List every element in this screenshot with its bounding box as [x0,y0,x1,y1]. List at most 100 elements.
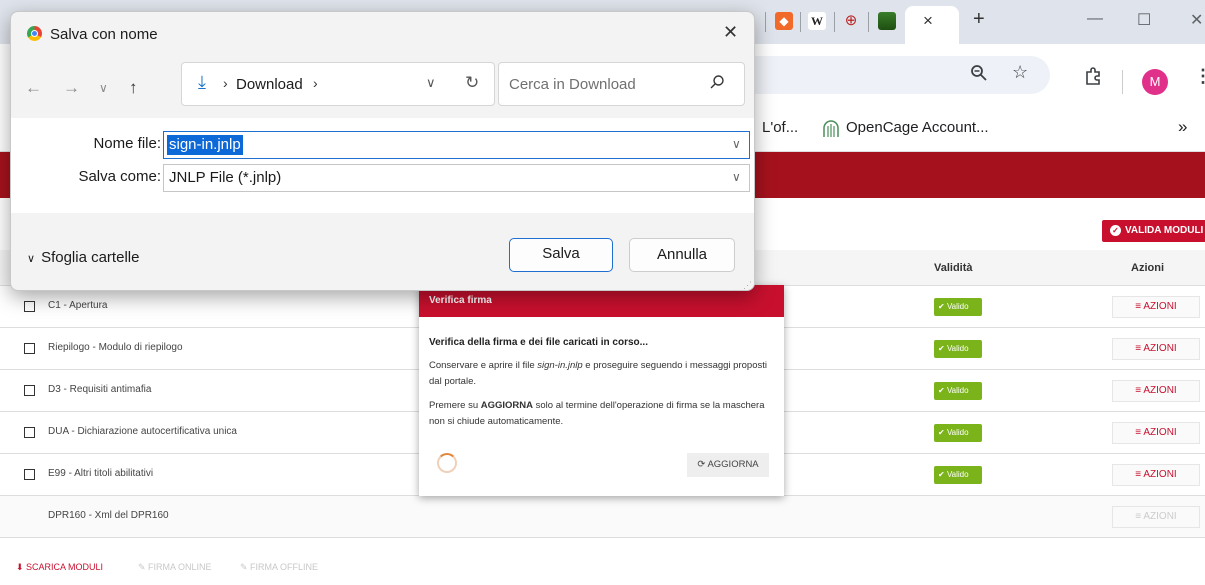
browse-folders-toggle[interactable]: ∨ Sfoglia cartelle [27,249,139,266]
status-badge: ✔ Valido [934,340,982,358]
bookmark-item[interactable]: L'of... [762,119,798,136]
status-text: Valido [946,344,969,353]
close-window-icon[interactable]: ✕ [1190,10,1203,30]
scarica-moduli-label: SCARICA MODULI [26,562,104,572]
save-as-dialog: Salva con nome ✕ ← → ∨ ↑ ⤓ › Download › … [10,11,755,291]
azioni-button[interactable]: ≡ AZIONI [1112,464,1200,486]
filename-value: sign-in.jnlp [167,135,243,155]
aggiorna-label: AGGIORNA [707,459,759,470]
loading-spinner-icon [437,453,457,473]
row-checkbox[interactable] [24,301,35,312]
file-form: Nome file: sign-in.jnlp ∨ Salva come: JN… [11,118,754,213]
dialog-titlebar[interactable]: Salva con nome ✕ [11,12,754,56]
refresh-icon[interactable]: ↻ [465,73,479,93]
extensions-icon[interactable] [1083,66,1103,91]
verifica-firma-modal: Verifica firma Verifica della firma e de… [419,285,784,496]
toolbar-divider [1122,70,1123,94]
azioni-button: ≡ AZIONI [1112,506,1200,528]
savetype-label: Salva come: [78,168,161,185]
instruction-filename: sign-in.jnlp [537,360,583,371]
tab-separator [834,12,835,32]
table-row: DPR160 - Xml del DPR160 ≡ AZIONI [0,496,1205,538]
row-checkbox[interactable] [24,469,35,480]
avatar[interactable]: M [1142,69,1168,95]
instruction-text: Conservare e aprire il file [429,360,538,371]
firma-offline-button: ✎ FIRMA OFFLINE [240,562,318,573]
back-arrow-icon[interactable]: ← [25,78,42,98]
check-icon: ✔ [938,344,947,353]
azioni-label: AZIONI [1143,385,1177,396]
azioni-button[interactable]: ≡ AZIONI [1112,338,1200,360]
check-icon: ✔ [938,386,947,395]
azioni-label: AZIONI [1143,469,1177,480]
status-badge: ✔ Valido [934,298,982,316]
status-text: Valido [946,428,969,437]
check-circle-icon: ✓ [1110,224,1121,236]
breadcrumb[interactable]: Download [236,76,303,93]
recent-locations-icon[interactable]: ∨ [99,81,108,95]
row-label: DUA - Dichiarazione autocertificativa un… [48,426,237,437]
row-label: E99 - Altri titoli abilitativi [48,468,154,479]
row-label: Riepilogo - Modulo di riepilogo [48,342,183,353]
maximize-icon[interactable]: ☐ [1137,10,1151,30]
close-icon[interactable]: ✕ [723,22,738,43]
chrome-icon [27,26,42,41]
savetype-select[interactable]: JNLP File (*.jnlp) ∨ [163,164,750,192]
modal-instructions: Conservare e aprire il file sign-in.jnlp… [429,358,774,390]
azioni-button[interactable]: ≡ AZIONI [1112,422,1200,444]
azioni-label: AZIONI [1143,343,1177,354]
check-icon: ✔ [938,302,947,311]
azioni-button[interactable]: ≡ AZIONI [1112,380,1200,402]
crest-icon[interactable]: ⊕ [842,12,860,30]
note-text: Premere su [429,400,481,411]
download-icon: ⬇ [16,562,27,572]
row-label: D3 - Requisiti antimafia [48,384,152,395]
row-checkbox[interactable] [24,427,35,438]
close-tab-icon[interactable]: × [923,11,933,31]
filename-field[interactable]: sign-in.jnlp ∨ [163,131,750,159]
path-chevron-icon: › [223,75,228,91]
tab-separator [868,12,869,32]
up-arrow-icon[interactable]: ↑ [129,78,138,98]
azioni-label: AZIONI [1143,427,1177,438]
wikipedia-icon[interactable]: W [808,12,826,30]
row-label: DPR160 - Xml del DPR160 [48,510,169,521]
browse-folders-label: Sfoglia cartelle [41,249,140,266]
page-footer: ⬇ SCARICA MODULI ✎ FIRMA ONLINE ✎ FIRMA … [0,555,1205,585]
opencage-icon [822,120,840,143]
pen-icon: ✎ [240,562,251,572]
active-tab[interactable]: × [905,6,959,44]
row-checkbox[interactable] [24,343,35,354]
row-checkbox[interactable] [24,385,35,396]
address-path-bar[interactable]: ⤓ › Download › ∨ ↻ [181,62,495,106]
brave-shield-icon[interactable]: ◆ [775,12,793,30]
new-tab-icon[interactable]: + [973,8,985,31]
check-icon: ✔ [938,470,947,479]
path-chevron-icon[interactable]: › [313,75,318,91]
minimize-icon[interactable]: — [1087,10,1103,28]
search-input[interactable]: Cerca in Download [498,62,745,106]
chevron-down-icon[interactable]: ∨ [426,75,436,91]
status-text: Valido [946,470,969,479]
chevron-down-icon[interactable]: ∨ [732,170,741,184]
resize-grip-icon[interactable]: ⋰ [743,280,752,290]
status-badge: ✔ Valido [934,424,982,442]
forward-arrow-icon[interactable]: → [63,78,80,98]
firma-offline-label: FIRMA OFFLINE [250,562,319,572]
aggiorna-button[interactable]: ⟳ AGGIORNA [687,453,769,477]
firma-online-label: FIRMA ONLINE [148,562,212,572]
azioni-button[interactable]: ≡ AZIONI [1112,296,1200,318]
scarica-moduli-button[interactable]: ⬇ SCARICA MODULI [16,562,103,573]
bookmark-item[interactable]: OpenCage Account... [846,119,989,136]
grass-icon[interactable] [878,12,896,30]
dialog-title: Salva con nome [50,26,158,43]
valida-moduli-button[interactable]: ✓ VALIDA MODULI [1102,220,1205,242]
chevron-down-icon[interactable]: ∨ [732,137,741,151]
save-button[interactable]: Salva [509,238,613,272]
bookmark-star-icon[interactable]: ☆ [1012,62,1028,83]
more-bookmarks-icon[interactable]: » [1178,117,1187,137]
zoom-icon[interactable] [970,64,988,87]
menu-icon[interactable]: ⋮ [1194,66,1205,87]
cancel-button[interactable]: Annulla [629,238,735,272]
search-icon [709,74,725,95]
